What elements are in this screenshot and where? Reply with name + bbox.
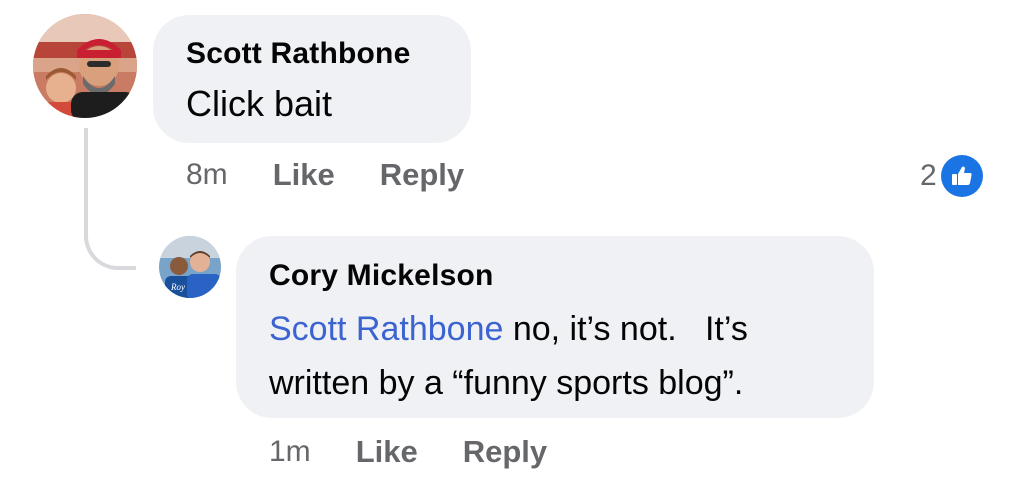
- thumbs-up-icon: [940, 155, 983, 197]
- comment-author[interactable]: Cory Mickelson: [269, 259, 494, 293]
- mention-link[interactable]: Scott Rathbone: [269, 310, 503, 348]
- profile-photo-icon: Roy: [159, 236, 221, 298]
- like-button[interactable]: Like: [273, 157, 335, 193]
- comment-bubble: Scott Rathbone Click bait: [153, 15, 471, 143]
- reply-button[interactable]: Reply: [463, 434, 547, 470]
- comment-thread: Scott Rathbone Click bait 8m Like Reply …: [0, 0, 1024, 494]
- reaction-summary[interactable]: 2: [920, 155, 983, 197]
- avatar[interactable]: [33, 14, 137, 118]
- avatar[interactable]: Roy: [159, 236, 221, 298]
- comment-timestamp[interactable]: 1m: [269, 435, 311, 469]
- reaction-count: 2: [920, 159, 937, 192]
- comment-author[interactable]: Scott Rathbone: [186, 37, 410, 71]
- like-button[interactable]: Like: [356, 434, 418, 470]
- comment-bubble: Cory Mickelson Scott Rathbone no, it’s n…: [236, 236, 874, 418]
- comment-timestamp[interactable]: 8m: [186, 158, 228, 192]
- comment-text-line: Scott Rathbone no, it’s not. It’s: [269, 310, 748, 349]
- reply-button[interactable]: Reply: [380, 157, 464, 193]
- svg-text:Roy: Roy: [170, 282, 185, 292]
- profile-photo-icon: [33, 14, 137, 118]
- comment-text-line: written by a “funny sports blog”.: [269, 364, 744, 402]
- thread-connector-line: [84, 128, 136, 270]
- comment-actions: 1m Like Reply: [269, 434, 547, 470]
- comment-actions: 8m Like Reply: [186, 157, 464, 193]
- comment-text: no, it’s not. It’s: [503, 310, 748, 348]
- comment-text: Click bait: [186, 83, 333, 124]
